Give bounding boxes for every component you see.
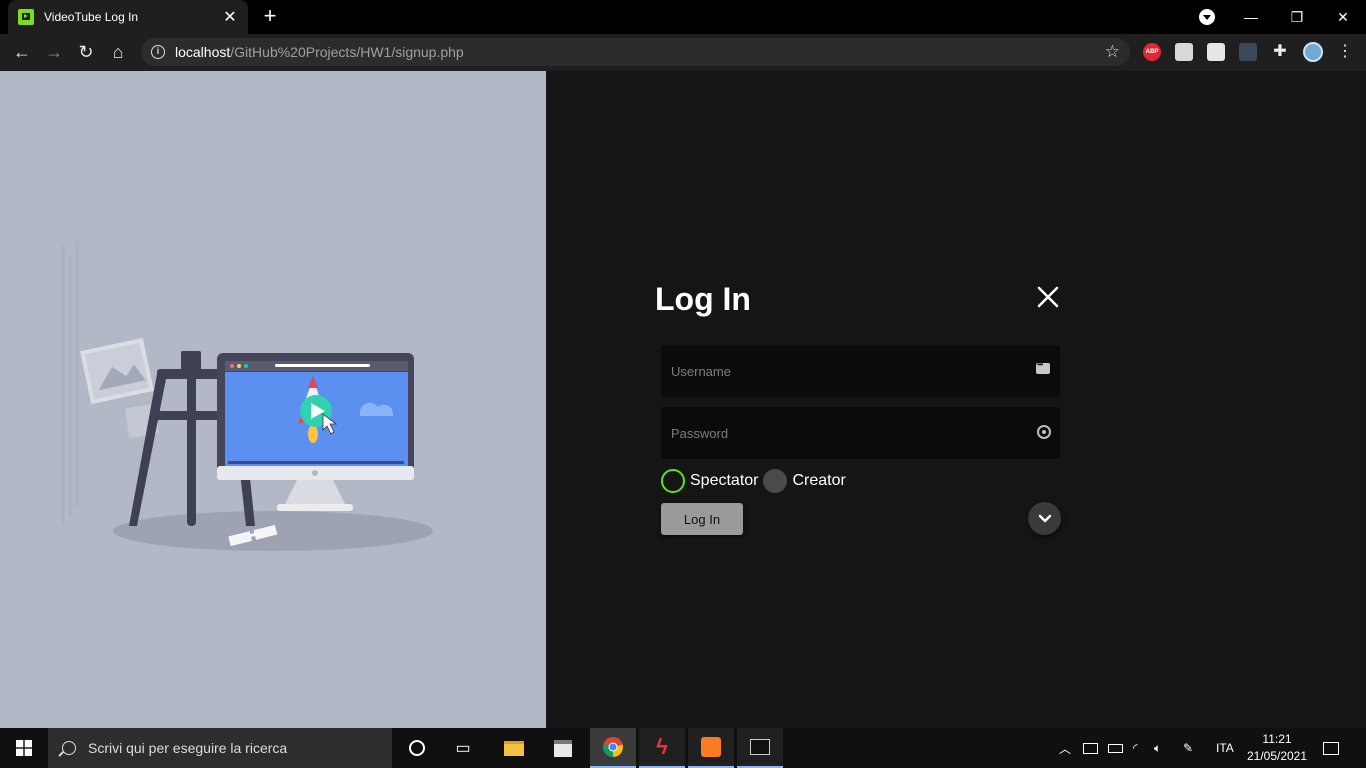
role-selector: Spectator Creator: [661, 468, 851, 494]
extension-dots-icon[interactable]: [1239, 43, 1257, 61]
login-title: Log In: [655, 281, 751, 317]
browser-toolbar: ← → ↻ ⌂ i localhost/GitHub%20Projects/HW…: [0, 34, 1366, 71]
chevron-up-icon: ︿: [1059, 741, 1072, 756]
wifi-icon: ◜: [1133, 741, 1138, 755]
windows-logo-icon: [16, 740, 32, 756]
password-field[interactable]: [661, 407, 1060, 459]
reload-icon[interactable]: ↻: [72, 38, 100, 66]
extensions-puzzle-icon[interactable]: ✚: [1271, 43, 1289, 61]
bookmark-star-icon[interactable]: ☆: [1105, 42, 1120, 62]
show-hidden-icons[interactable]: ︿: [1059, 728, 1071, 768]
store-bag-icon: [554, 739, 572, 757]
profile-avatar[interactable]: [1303, 42, 1323, 62]
search-placeholder: Scrivi qui per eseguire la ricerca: [88, 740, 288, 756]
terminal-icon: [750, 739, 770, 755]
home-icon[interactable]: ⌂: [104, 38, 132, 66]
pen-workspace[interactable]: ✎: [1183, 728, 1193, 768]
chrome-icon: [603, 737, 623, 757]
battery-indicator[interactable]: [1108, 728, 1123, 768]
spectator-radio[interactable]: [661, 469, 685, 493]
battery-icon: [1108, 743, 1123, 753]
chrome-taskbar-button[interactable]: [590, 728, 636, 768]
browser-menu-icon[interactable]: ⋮: [1337, 43, 1353, 61]
input-language[interactable]: ITA: [1216, 728, 1234, 768]
close-icon[interactable]: [1034, 283, 1062, 311]
columns-icon: [1083, 742, 1098, 754]
spectator-label[interactable]: Spectator: [690, 472, 758, 490]
videotube-favicon-icon: [18, 9, 34, 25]
clock-time: 11:21: [1262, 732, 1292, 746]
url-path: /GitHub%20Projects/HW1/signup.php: [230, 44, 464, 60]
creator-radio[interactable]: [763, 469, 788, 493]
action-center-button[interactable]: [1323, 728, 1339, 768]
extension-image-icon[interactable]: [1175, 43, 1193, 61]
restore-button[interactable]: ❐: [1274, 0, 1320, 34]
xampp-icon: [701, 737, 721, 757]
lightning-icon: ϟ: [656, 734, 668, 759]
network-indicator[interactable]: ◜: [1133, 728, 1138, 768]
password-key-icon[interactable]: [1037, 425, 1051, 439]
task-view-button[interactable]: ▭: [440, 728, 486, 768]
notification-icon: [1323, 741, 1339, 755]
flash-app-button[interactable]: ϟ: [639, 728, 685, 768]
new-tab-button[interactable]: +: [258, 4, 282, 28]
pen-icon: ✎: [1183, 741, 1194, 755]
extension-grid-icon[interactable]: [1207, 43, 1225, 61]
adblock-plus-icon[interactable]: ABP: [1143, 43, 1161, 61]
volume-indicator[interactable]: 🔈︎: [1154, 728, 1161, 768]
windows-taskbar: Scrivi qui per eseguire la ricerca ▭ ϟ ︿…: [0, 728, 1366, 768]
tab-strip: VideoTube Log In ✕ + — ❐ ✕: [0, 0, 1366, 34]
tray-icon-a[interactable]: [1083, 728, 1098, 768]
browser-tab[interactable]: VideoTube Log In ✕: [8, 0, 248, 34]
start-button[interactable]: [0, 728, 48, 768]
speaker-icon: 🔈︎: [1154, 740, 1162, 755]
tab-title: VideoTube Log In: [44, 10, 139, 24]
close-window-button[interactable]: ✕: [1320, 0, 1366, 34]
keyboard-icon: [1036, 360, 1050, 374]
terminal-button[interactable]: [737, 728, 783, 768]
tab-search-icon[interactable]: [1199, 9, 1215, 25]
window-controls: — ❐ ✕: [1228, 0, 1366, 34]
search-icon: [62, 741, 76, 755]
folder-icon: [504, 740, 524, 756]
task-view-icon: ▭: [455, 740, 471, 757]
site-info-icon[interactable]: i: [151, 45, 165, 59]
taskbar-search[interactable]: Scrivi qui per eseguire la ricerca: [48, 728, 392, 768]
back-arrow-icon[interactable]: ←: [8, 38, 36, 66]
taskbar-clock[interactable]: 11:21 21/05/2021: [1245, 731, 1309, 765]
expand-options-button[interactable]: [1028, 502, 1061, 535]
creator-label[interactable]: Creator: [792, 472, 845, 490]
store-button[interactable]: [540, 728, 586, 768]
login-button[interactable]: Log In: [661, 503, 743, 535]
cortana-button[interactable]: [394, 728, 440, 768]
xampp-button[interactable]: [688, 728, 734, 768]
illustration-panel: [0, 71, 546, 728]
page-content: Log In Spectator Creator Log In: [0, 71, 1366, 728]
forward-arrow-icon[interactable]: →: [40, 38, 68, 66]
minimize-button[interactable]: —: [1228, 0, 1274, 34]
tab-close-icon[interactable]: ✕: [222, 7, 238, 27]
chevron-down-icon: [1038, 514, 1051, 522]
cortana-icon: [409, 740, 425, 756]
clock-date: 21/05/2021: [1246, 749, 1308, 763]
file-explorer-button[interactable]: [491, 728, 537, 768]
url-host: localhost: [175, 44, 231, 60]
username-field[interactable]: [661, 345, 1060, 397]
address-bar[interactable]: i localhost/GitHub%20Projects/HW1/signup…: [141, 38, 1130, 66]
rocket-monitor-illustration: [61, 241, 433, 551]
